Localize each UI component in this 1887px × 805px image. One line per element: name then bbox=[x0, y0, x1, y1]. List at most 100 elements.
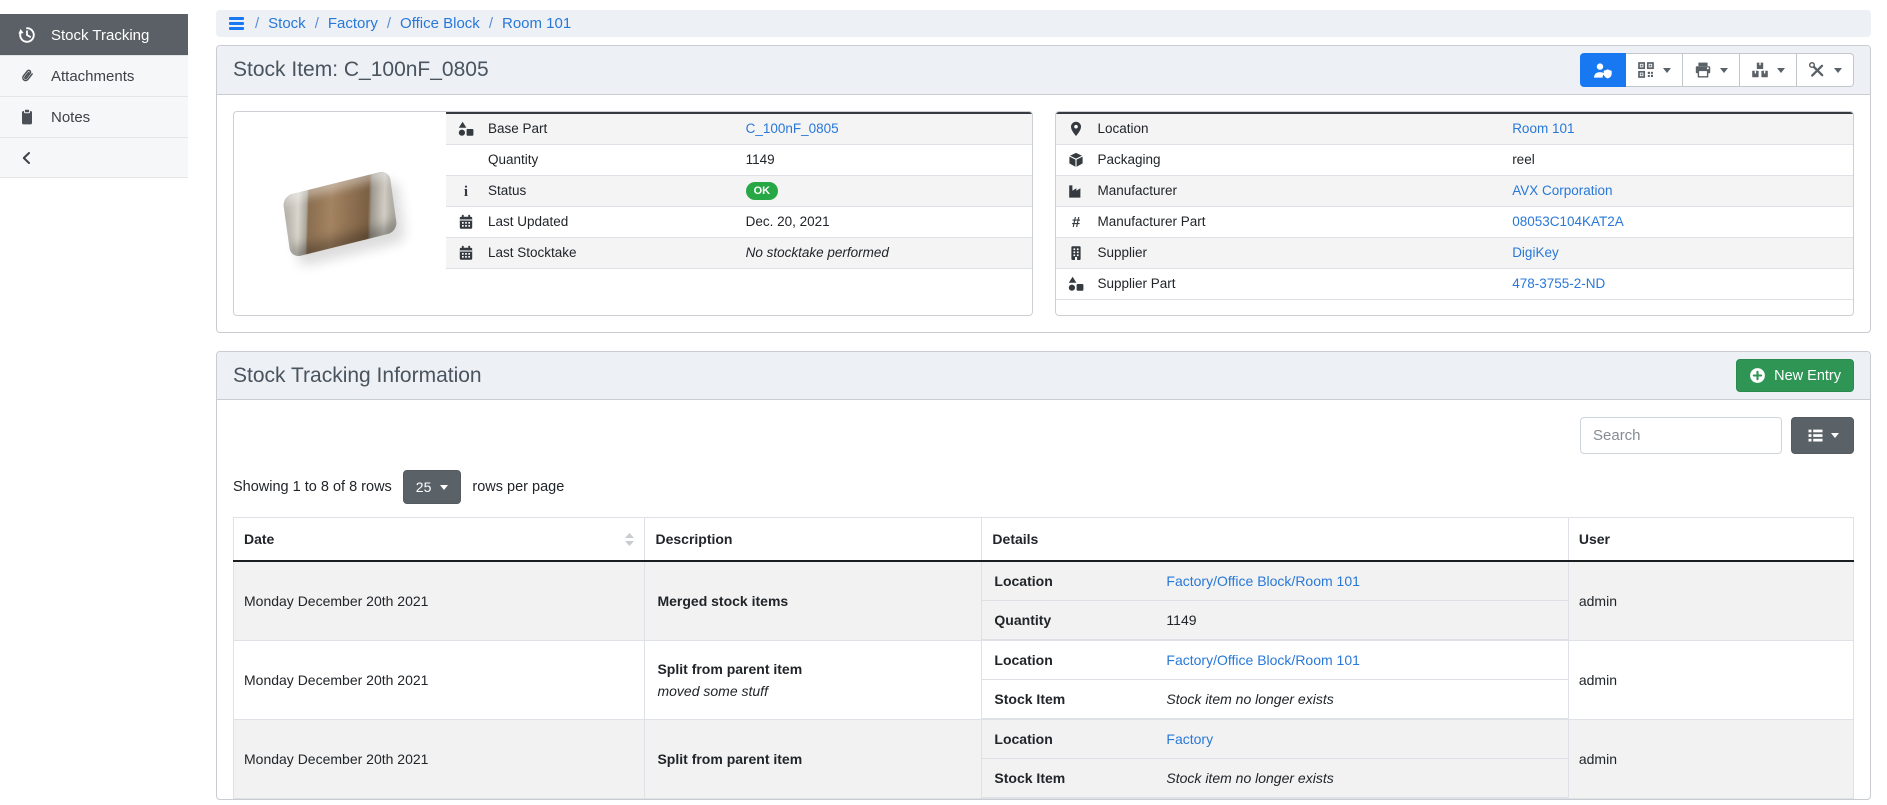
shapes-icon bbox=[458, 121, 474, 137]
building-icon bbox=[1068, 245, 1084, 261]
item-details-left-panel: Base Part C_100nF_0805 Quantity 1149 i S… bbox=[233, 111, 1033, 316]
base-part-link[interactable]: C_100nF_0805 bbox=[746, 121, 839, 136]
detail-row-last-stocktake: Last Stocktake No stocktake performed bbox=[446, 237, 1032, 268]
showing-text: Showing 1 to 8 of 8 rows bbox=[233, 479, 392, 495]
new-entry-label: New Entry bbox=[1774, 368, 1841, 384]
manufacturer-part-link[interactable]: 08053C104KAT2A bbox=[1512, 214, 1624, 229]
capacitor-image bbox=[282, 169, 397, 257]
detail-sub-row: Location Factory/Office Block/Room 101 bbox=[982, 562, 1567, 601]
detail-sub-row: Location Factory bbox=[982, 720, 1567, 759]
menu-icon[interactable] bbox=[229, 17, 244, 29]
last-updated-value: Dec. 20, 2021 bbox=[746, 214, 830, 229]
sidebar-item-label: Notes bbox=[51, 109, 90, 126]
tracking-user: admin bbox=[1568, 561, 1853, 641]
item-details-right-panel: Location Room 101 Packaging reel Manufac… bbox=[1055, 111, 1855, 316]
svg-text:#: # bbox=[1071, 214, 1080, 230]
chevron-left-icon bbox=[18, 149, 36, 167]
detail-sub-row: Location Factory/Office Block/Room 101 bbox=[982, 641, 1567, 680]
detail-label: Manufacturer bbox=[1086, 175, 1501, 206]
detail-label: Packaging bbox=[1086, 144, 1501, 175]
breadcrumb-link-room-101[interactable]: Room 101 bbox=[502, 15, 571, 32]
tracking-date: Monday December 20th 2021 bbox=[234, 641, 645, 720]
chevron-down-icon bbox=[1777, 68, 1785, 73]
location-link[interactable]: Room 101 bbox=[1512, 121, 1574, 136]
breadcrumb-link-stock[interactable]: Stock bbox=[268, 15, 306, 32]
breadcrumb-separator: / bbox=[489, 15, 493, 32]
detail-label: Supplier bbox=[1086, 237, 1501, 268]
tracking-description-title: Split from parent item bbox=[657, 661, 969, 677]
tracking-details: Location Factory/Office Block/Room 101 S… bbox=[982, 641, 1568, 720]
detail-sub-value: Stock item no longer exists bbox=[1166, 770, 1333, 786]
manufacturer-link[interactable]: AVX Corporation bbox=[1512, 183, 1612, 198]
item-actions-button[interactable] bbox=[1797, 53, 1854, 87]
detail-row-manufacturer-part: # Manufacturer Part 08053C104KAT2A bbox=[1056, 206, 1854, 237]
column-header-label: User bbox=[1579, 531, 1610, 547]
detail-row-base-part: Base Part C_100nF_0805 bbox=[446, 113, 1032, 144]
plus-circle-icon bbox=[1749, 367, 1766, 384]
main-content: / Stock / Factory / Office Block / Room … bbox=[188, 0, 1887, 805]
tracking-details: Location Factory Stock Item Stock item n… bbox=[982, 720, 1568, 799]
detail-sub-label: Stock Item bbox=[982, 680, 1154, 719]
search-input[interactable] bbox=[1580, 417, 1782, 454]
detail-row-quantity: Quantity 1149 bbox=[446, 144, 1032, 175]
info-icon: i bbox=[458, 183, 474, 199]
printer-icon bbox=[1694, 61, 1712, 79]
column-header-label: Date bbox=[244, 531, 625, 547]
detail-row-supplier-part: Supplier Part 478-3755-2-ND bbox=[1056, 268, 1854, 299]
breadcrumb: / Stock / Factory / Office Block / Room … bbox=[216, 10, 1871, 37]
item-toolbar bbox=[1580, 53, 1854, 87]
detail-sub-row: Stock Item Stock item no longer exists bbox=[982, 759, 1567, 798]
column-header-date[interactable]: Date bbox=[234, 518, 645, 562]
calendar-icon bbox=[458, 245, 474, 261]
sidebar-collapse-button[interactable] bbox=[0, 137, 188, 178]
detail-sub-value: 1149 bbox=[1166, 612, 1196, 628]
admin-button[interactable] bbox=[1580, 53, 1626, 87]
detail-sub-row: Stock Item Stock item no longer exists bbox=[982, 680, 1567, 719]
barcode-actions-button[interactable] bbox=[1626, 53, 1683, 87]
sort-icon bbox=[625, 533, 634, 546]
stock-actions-button[interactable] bbox=[1740, 53, 1797, 87]
location-link[interactable]: Factory/Office Block/Room 101 bbox=[1166, 652, 1359, 668]
page-size-dropdown[interactable]: 25 bbox=[403, 470, 462, 504]
detail-label: Supplier Part bbox=[1086, 268, 1501, 299]
chevron-down-icon bbox=[1834, 68, 1842, 73]
user-shield-icon bbox=[1593, 62, 1613, 79]
box-icon bbox=[1068, 152, 1084, 168]
column-header-details: Details bbox=[982, 518, 1568, 562]
detail-row-manufacturer: Manufacturer AVX Corporation bbox=[1056, 175, 1854, 206]
sidebar-item-notes[interactable]: Notes bbox=[0, 96, 188, 137]
sidebar-item-stock-tracking[interactable]: Stock Tracking bbox=[0, 14, 188, 55]
chevron-down-icon bbox=[1720, 68, 1728, 73]
detail-sub-label: Quantity bbox=[982, 601, 1154, 640]
app-root: Stock Tracking Attachments Notes / bbox=[0, 0, 1887, 805]
tracking-table: Date Description Details User bbox=[233, 517, 1854, 799]
stock-item-card: Stock Item: C_100nF_0805 bbox=[216, 45, 1871, 333]
detail-label: Manufacturer Part bbox=[1086, 206, 1501, 237]
supplier-part-link[interactable]: 478-3755-2-ND bbox=[1512, 276, 1605, 291]
tracking-table-header-row: Date Description Details User bbox=[234, 518, 1854, 562]
svg-text:i: i bbox=[464, 184, 468, 199]
column-header-user: User bbox=[1568, 518, 1853, 562]
columns-button[interactable] bbox=[1791, 417, 1854, 454]
sidebar-item-attachments[interactable]: Attachments bbox=[0, 55, 188, 96]
print-actions-button[interactable] bbox=[1683, 53, 1740, 87]
supplier-link[interactable]: DigiKey bbox=[1512, 245, 1559, 260]
detail-label: Base Part bbox=[476, 113, 734, 144]
hashtag-icon: # bbox=[1068, 214, 1084, 230]
tracking-description-note: moved some stuff bbox=[657, 683, 969, 699]
shapes-icon bbox=[1068, 276, 1084, 292]
stock-tracking-title: Stock Tracking Information bbox=[233, 364, 482, 388]
breadcrumb-link-office-block[interactable]: Office Block bbox=[400, 15, 480, 32]
location-link[interactable]: Factory/Office Block/Room 101 bbox=[1166, 573, 1359, 589]
detail-label: Last Updated bbox=[476, 206, 734, 237]
status-badge: OK bbox=[746, 182, 779, 200]
map-marker-icon bbox=[1068, 121, 1084, 137]
table-row: Monday December 20th 2021 Merged stock i… bbox=[234, 561, 1854, 641]
location-link[interactable]: Factory bbox=[1166, 731, 1213, 747]
part-thumbnail[interactable] bbox=[234, 112, 446, 315]
stock-tracking-header: Stock Tracking Information New Entry bbox=[217, 352, 1870, 400]
detail-row-packaging: Packaging reel bbox=[1056, 144, 1854, 175]
breadcrumb-link-factory[interactable]: Factory bbox=[328, 15, 378, 32]
new-entry-button[interactable]: New Entry bbox=[1736, 359, 1854, 392]
table-row: Monday December 20th 2021 Split from par… bbox=[234, 720, 1854, 799]
